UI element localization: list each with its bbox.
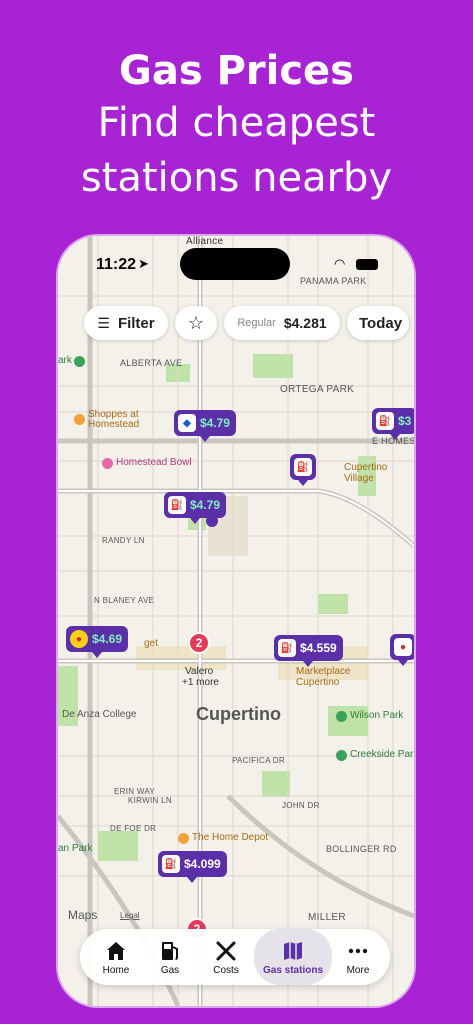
park-icon	[74, 356, 85, 367]
park-area	[262, 771, 290, 797]
place-label: ark	[58, 355, 72, 366]
sliders-icon: ☰	[97, 314, 110, 331]
street-label: MILLER	[308, 912, 346, 923]
park-icon	[336, 711, 347, 722]
legal-link[interactable]: Legal	[120, 911, 140, 920]
street-label: ALBERTA AVE	[120, 358, 183, 368]
street-label: RANDY LN	[102, 536, 145, 545]
place-label: Wilson Park	[350, 710, 404, 721]
headline-subtitle-line1: Find cheapest	[97, 100, 376, 146]
place-label: Homestead Bowl	[116, 457, 192, 468]
park-area	[253, 354, 293, 378]
house-icon	[107, 941, 125, 960]
wifi-icon: ◠	[334, 256, 346, 271]
place-label: Shoppes at Homestead	[88, 409, 140, 430]
tab-costs[interactable]: Costs	[198, 929, 254, 985]
place-label: Marketplace Cupertino	[296, 666, 351, 688]
star-icon: ☆	[187, 312, 205, 333]
station-marker[interactable]: ⛽ $4.559	[274, 635, 343, 667]
chevron-logo-icon: ◆	[178, 414, 196, 432]
status-time: 11:22	[96, 256, 137, 273]
place-label: +1 more	[182, 677, 219, 688]
street-label: PACIFICA DR	[232, 756, 285, 765]
station-marker[interactable]: ⛽	[290, 454, 316, 486]
place-label: an Park	[58, 843, 93, 854]
headline-title: Gas Prices	[119, 48, 354, 94]
shell-logo-icon: ●	[70, 630, 88, 648]
park-icon	[336, 750, 347, 761]
street-label: JOHN DR	[282, 801, 320, 810]
battery-icon	[356, 259, 378, 270]
street-label: KIRWIN LN	[128, 796, 172, 805]
place-label: De Anza College	[62, 709, 137, 720]
place-label: get	[144, 638, 158, 649]
favorites-button[interactable]: ☆	[175, 306, 217, 340]
station-marker[interactable]: ⛽ $3	[372, 408, 414, 440]
headline-subtitle-line2: stations nearby	[80, 155, 393, 201]
station-cluster[interactable]: 2	[188, 632, 210, 654]
gas-pump-icon: ⛽	[294, 458, 312, 476]
place-label: Cupertino Village	[344, 462, 388, 484]
park-area	[318, 594, 348, 614]
map-view[interactable]: Alliance PANAMA PARK ALBERTA AVE ORTEGA …	[58, 236, 414, 1006]
status-bar: 11:22 ➤ ◠	[58, 236, 414, 292]
city-label: Cupertino	[196, 704, 281, 724]
wrench-screwdriver-icon	[216, 941, 236, 960]
map-roads	[58, 236, 414, 1006]
street-label: ERIN WAY	[114, 787, 156, 796]
street-label: DE FOE DR	[110, 824, 157, 833]
more-dots-icon	[348, 948, 368, 953]
gas-pump-icon: ⛽	[162, 855, 180, 873]
station-marker[interactable]: ◆ $4.79	[174, 410, 237, 442]
location-arrow-icon: ➤	[138, 256, 149, 271]
gas-pump-icon: ⛽	[168, 496, 186, 514]
tab-bar: Home Gas Costs Gas stations More	[80, 929, 390, 985]
station-marker[interactable]: ●	[390, 634, 414, 666]
tab-more[interactable]: More	[332, 929, 384, 985]
tab-gas-stations[interactable]: Gas stations	[254, 929, 332, 985]
park-area	[98, 831, 138, 861]
gas-pump-icon	[162, 941, 178, 960]
station-logo-icon: ●	[394, 638, 412, 656]
gas-pump-icon: ⛽	[376, 412, 394, 430]
place-label: Valero	[185, 666, 214, 677]
street-label: N BLANEY AVE	[94, 596, 155, 605]
street-label: ORTEGA PARK	[280, 384, 355, 395]
gas-pump-icon: ⛽	[278, 639, 296, 657]
station-marker[interactable]: ⛽ $4.099	[158, 851, 227, 883]
bowling-icon	[102, 458, 113, 469]
dynamic-island	[180, 248, 290, 280]
street-label: BOLLINGER RD	[326, 844, 397, 854]
map-icon	[284, 941, 302, 960]
station-marker[interactable]: ● $4.69	[66, 626, 129, 658]
date-selector[interactable]: Today	[347, 306, 409, 340]
phone-screen: Alliance PANAMA PARK ALBERTA AVE ORTEGA …	[58, 236, 414, 1006]
tab-gas[interactable]: Gas	[144, 929, 196, 985]
filter-button[interactable]: ☰ Filter	[84, 306, 168, 340]
apple-maps-logo: Maps	[68, 908, 98, 922]
place-label: Creekside Park	[350, 749, 414, 760]
shopping-icon	[74, 414, 85, 425]
tab-home[interactable]: Home	[88, 929, 144, 985]
fuel-type-selector[interactable]: Regular $4.281	[224, 306, 340, 340]
station-marker[interactable]: ⛽ $4.79	[164, 492, 227, 524]
store-icon	[178, 833, 189, 844]
place-label: The Home Depot	[192, 832, 269, 843]
